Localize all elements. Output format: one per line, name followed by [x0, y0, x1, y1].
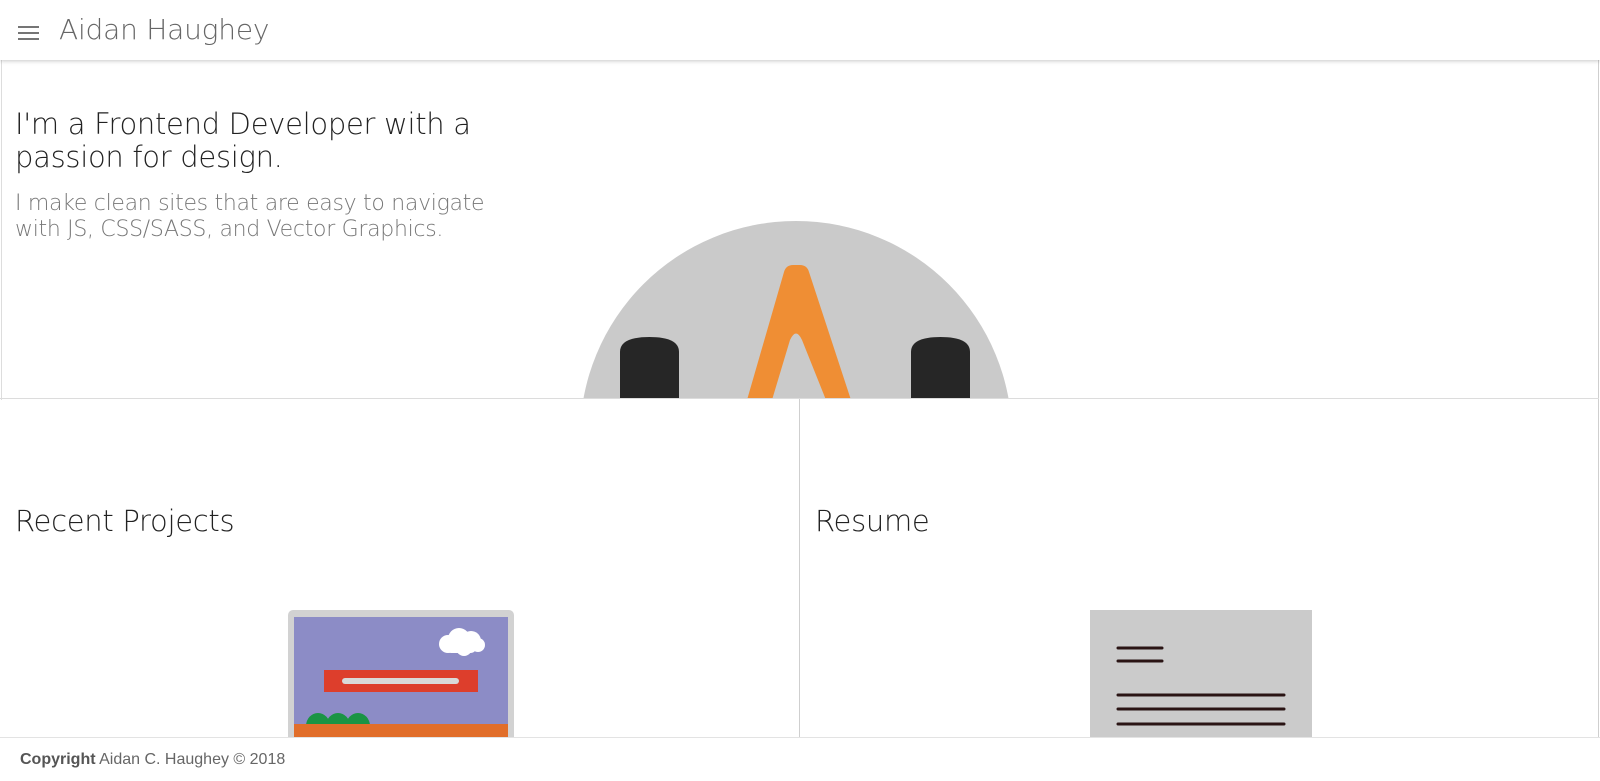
menu-line: [18, 38, 39, 40]
resume-heading: Resume: [815, 504, 930, 538]
resume-document-illustration: [1090, 610, 1312, 737]
footer: Copyright Aidan C. Haughey © 2018: [0, 737, 1600, 781]
menu-line: [18, 32, 39, 34]
recent-projects-heading: Recent Projects: [15, 504, 235, 538]
logo-right-pillar: [911, 337, 970, 399]
top-app-bar: Aidan Haughey: [0, 0, 1600, 60]
resume-card[interactable]: Resume: [800, 399, 1598, 737]
resume-paper: [1090, 610, 1312, 737]
hero-subtitle: I make clean sites that are easy to navi…: [15, 191, 485, 242]
copyright-label: Copyright: [20, 751, 96, 768]
logo-left-pillar: [620, 337, 679, 399]
laptop-website-illustration: [288, 610, 514, 737]
copyright-owner: Aidan C. Haughey © 2018: [99, 751, 286, 768]
content-border-right: [1598, 60, 1599, 738]
menu-line: [18, 26, 39, 28]
recent-projects-card[interactable]: Recent Projects: [0, 399, 799, 737]
site-title[interactable]: Aidan Haughey: [59, 13, 269, 46]
copyright-text: Copyright Aidan C. Haughey © 2018: [20, 751, 285, 769]
website-ground: [294, 724, 508, 737]
hero-title: I'm a Frontend Developer with a passion …: [15, 107, 471, 174]
a-monogram-logo-icon: [583, 221, 1009, 399]
hamburger-menu-icon[interactable]: [16, 20, 42, 44]
hero-section: I'm a Frontend Developer with a passion …: [0, 60, 1598, 399]
website-banner-bar: [342, 678, 459, 684]
portfolio-page: Aidan Haughey I'm a Frontend Developer w…: [0, 0, 1600, 781]
